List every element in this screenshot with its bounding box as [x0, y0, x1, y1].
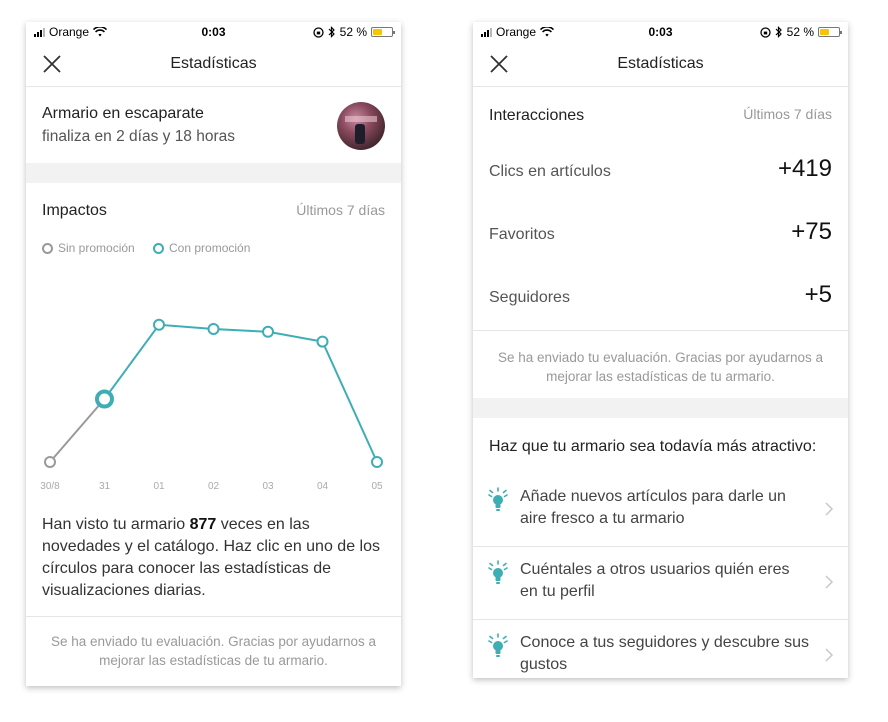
- legend-item-con: Con promoción: [153, 241, 250, 255]
- impactos-header: Impactos Últimos 7 días: [26, 183, 401, 235]
- impactos-chart: 30/8 31 01 02 03 04 05: [40, 318, 383, 492]
- chart-point-3[interactable]: [207, 323, 220, 335]
- chevron-right-icon: [825, 502, 834, 516]
- tips-title: Haz que tu armario sea todavía más atrac…: [489, 438, 817, 455]
- chart-legend: Sin promoción Con promoción: [26, 235, 401, 261]
- interacciones-header: Interacciones Últimos 7 días: [473, 87, 848, 141]
- x-tick-label: 04: [317, 481, 329, 492]
- stat-value: +75: [791, 218, 832, 245]
- chevron-right-icon: [825, 648, 834, 662]
- lightbulb-icon: [488, 487, 508, 511]
- feedback-message: Se ha enviado tu evaluación. Gracias por…: [51, 634, 376, 668]
- bluetooth-icon: [775, 26, 782, 38]
- chart-point-2[interactable]: [153, 318, 165, 331]
- rotation-lock-icon: [312, 26, 324, 38]
- lightbulb-icon: [488, 633, 508, 657]
- lightbulb-icon: [488, 560, 508, 584]
- legend-dot-icon: [42, 242, 53, 254]
- tip-item[interactable]: Cuéntales a otros usuarios quién eres en…: [473, 546, 848, 619]
- tip-item[interactable]: Añade nuevos artículos para darle un air…: [473, 474, 848, 546]
- battery-icon: [371, 27, 395, 37]
- legend-item-sin: Sin promoción: [42, 241, 135, 255]
- impactos-title: Impactos: [42, 202, 107, 219]
- nav-bar: Estadísticas: [26, 42, 401, 87]
- stat-label: Favoritos: [489, 226, 555, 243]
- tip-text: Cuéntales a otros usuarios quién eres en…: [520, 561, 790, 600]
- x-tick-label: 31: [99, 481, 111, 492]
- battery-label: 52 %: [786, 25, 814, 39]
- section-divider: [473, 398, 848, 418]
- section-divider: [26, 163, 401, 183]
- nav-bar: Estadísticas: [473, 42, 848, 87]
- interacciones-title: Interacciones: [489, 107, 585, 124]
- interacciones-range: Últimos 7 días: [743, 106, 832, 122]
- chart-point-1[interactable]: [95, 389, 114, 409]
- chart-point-5[interactable]: [316, 335, 329, 348]
- chart-point-0[interactable]: [44, 456, 56, 468]
- x-tick-label: 02: [208, 481, 220, 492]
- stat-label: Seguidores: [489, 289, 570, 306]
- feedback-message: Se ha enviado tu evaluación. Gracias por…: [498, 350, 823, 384]
- tips-list: Añade nuevos artículos para darle un air…: [473, 474, 848, 678]
- view-count: 877: [189, 516, 217, 533]
- tip-text: Añade nuevos artículos para darle un air…: [520, 488, 786, 527]
- left-screen: Orange 0:03 52 % Estadísticas Armario en…: [26, 22, 401, 686]
- stat-row-clics: Clics en artículos +419: [473, 141, 848, 204]
- stat-row-favoritos: Favoritos +75: [473, 204, 848, 267]
- x-tick-label: 30/8: [40, 481, 60, 492]
- divider: [26, 616, 401, 617]
- legend-dot-icon: [153, 242, 164, 254]
- battery-fill: [820, 29, 830, 35]
- chart-point-4[interactable]: [262, 325, 274, 338]
- tips-header: Haz que tu armario sea todavía más atrac…: [473, 418, 848, 474]
- battery-label: 52 %: [339, 25, 367, 39]
- status-bar: Orange 0:03 52 %: [473, 22, 848, 42]
- armario-card: Armario en escaparate finaliza en 2 días…: [26, 87, 401, 163]
- tip-item[interactable]: Conoce a tus seguidores y descubre sus g…: [473, 619, 848, 678]
- legend-label-sin: Sin promoción: [58, 241, 135, 255]
- x-tick-label: 01: [153, 481, 165, 492]
- legend-label-con: Con promoción: [169, 241, 251, 255]
- stat-label: Clics en artículos: [489, 163, 611, 180]
- stat-value: +419: [777, 155, 832, 182]
- stat-row-seguidores: Seguidores +5: [473, 267, 848, 330]
- chart-point-6[interactable]: [371, 456, 383, 468]
- impactos-description: Han visto tu armario 877 veces en las no…: [42, 516, 380, 599]
- bluetooth-icon: [328, 26, 335, 38]
- avatar[interactable]: [337, 102, 385, 150]
- x-tick-label: 03: [262, 481, 274, 492]
- tip-text: Conoce a tus seguidores y descubre sus g…: [520, 634, 810, 673]
- battery-fill: [373, 29, 383, 35]
- chevron-right-icon: [825, 575, 834, 589]
- page-title: Estadísticas: [617, 55, 704, 72]
- series-line-0: [49, 398, 106, 463]
- battery-icon: [818, 27, 842, 37]
- stat-value: +5: [804, 281, 832, 308]
- impactos-range: Últimos 7 días: [296, 202, 385, 218]
- series-line-1: [103, 323, 378, 463]
- rotation-lock-icon: [759, 26, 771, 38]
- status-bar: Orange 0:03 52 %: [26, 22, 401, 42]
- armario-subtitle: finaliza en 2 días y 18 horas: [42, 128, 236, 145]
- armario-title: Armario en escaparate: [42, 105, 204, 122]
- right-screen: Orange 0:03 52 % Estadísticas Interaccio…: [473, 22, 848, 678]
- x-tick-label: 05: [371, 481, 383, 492]
- page-title: Estadísticas: [170, 55, 257, 72]
